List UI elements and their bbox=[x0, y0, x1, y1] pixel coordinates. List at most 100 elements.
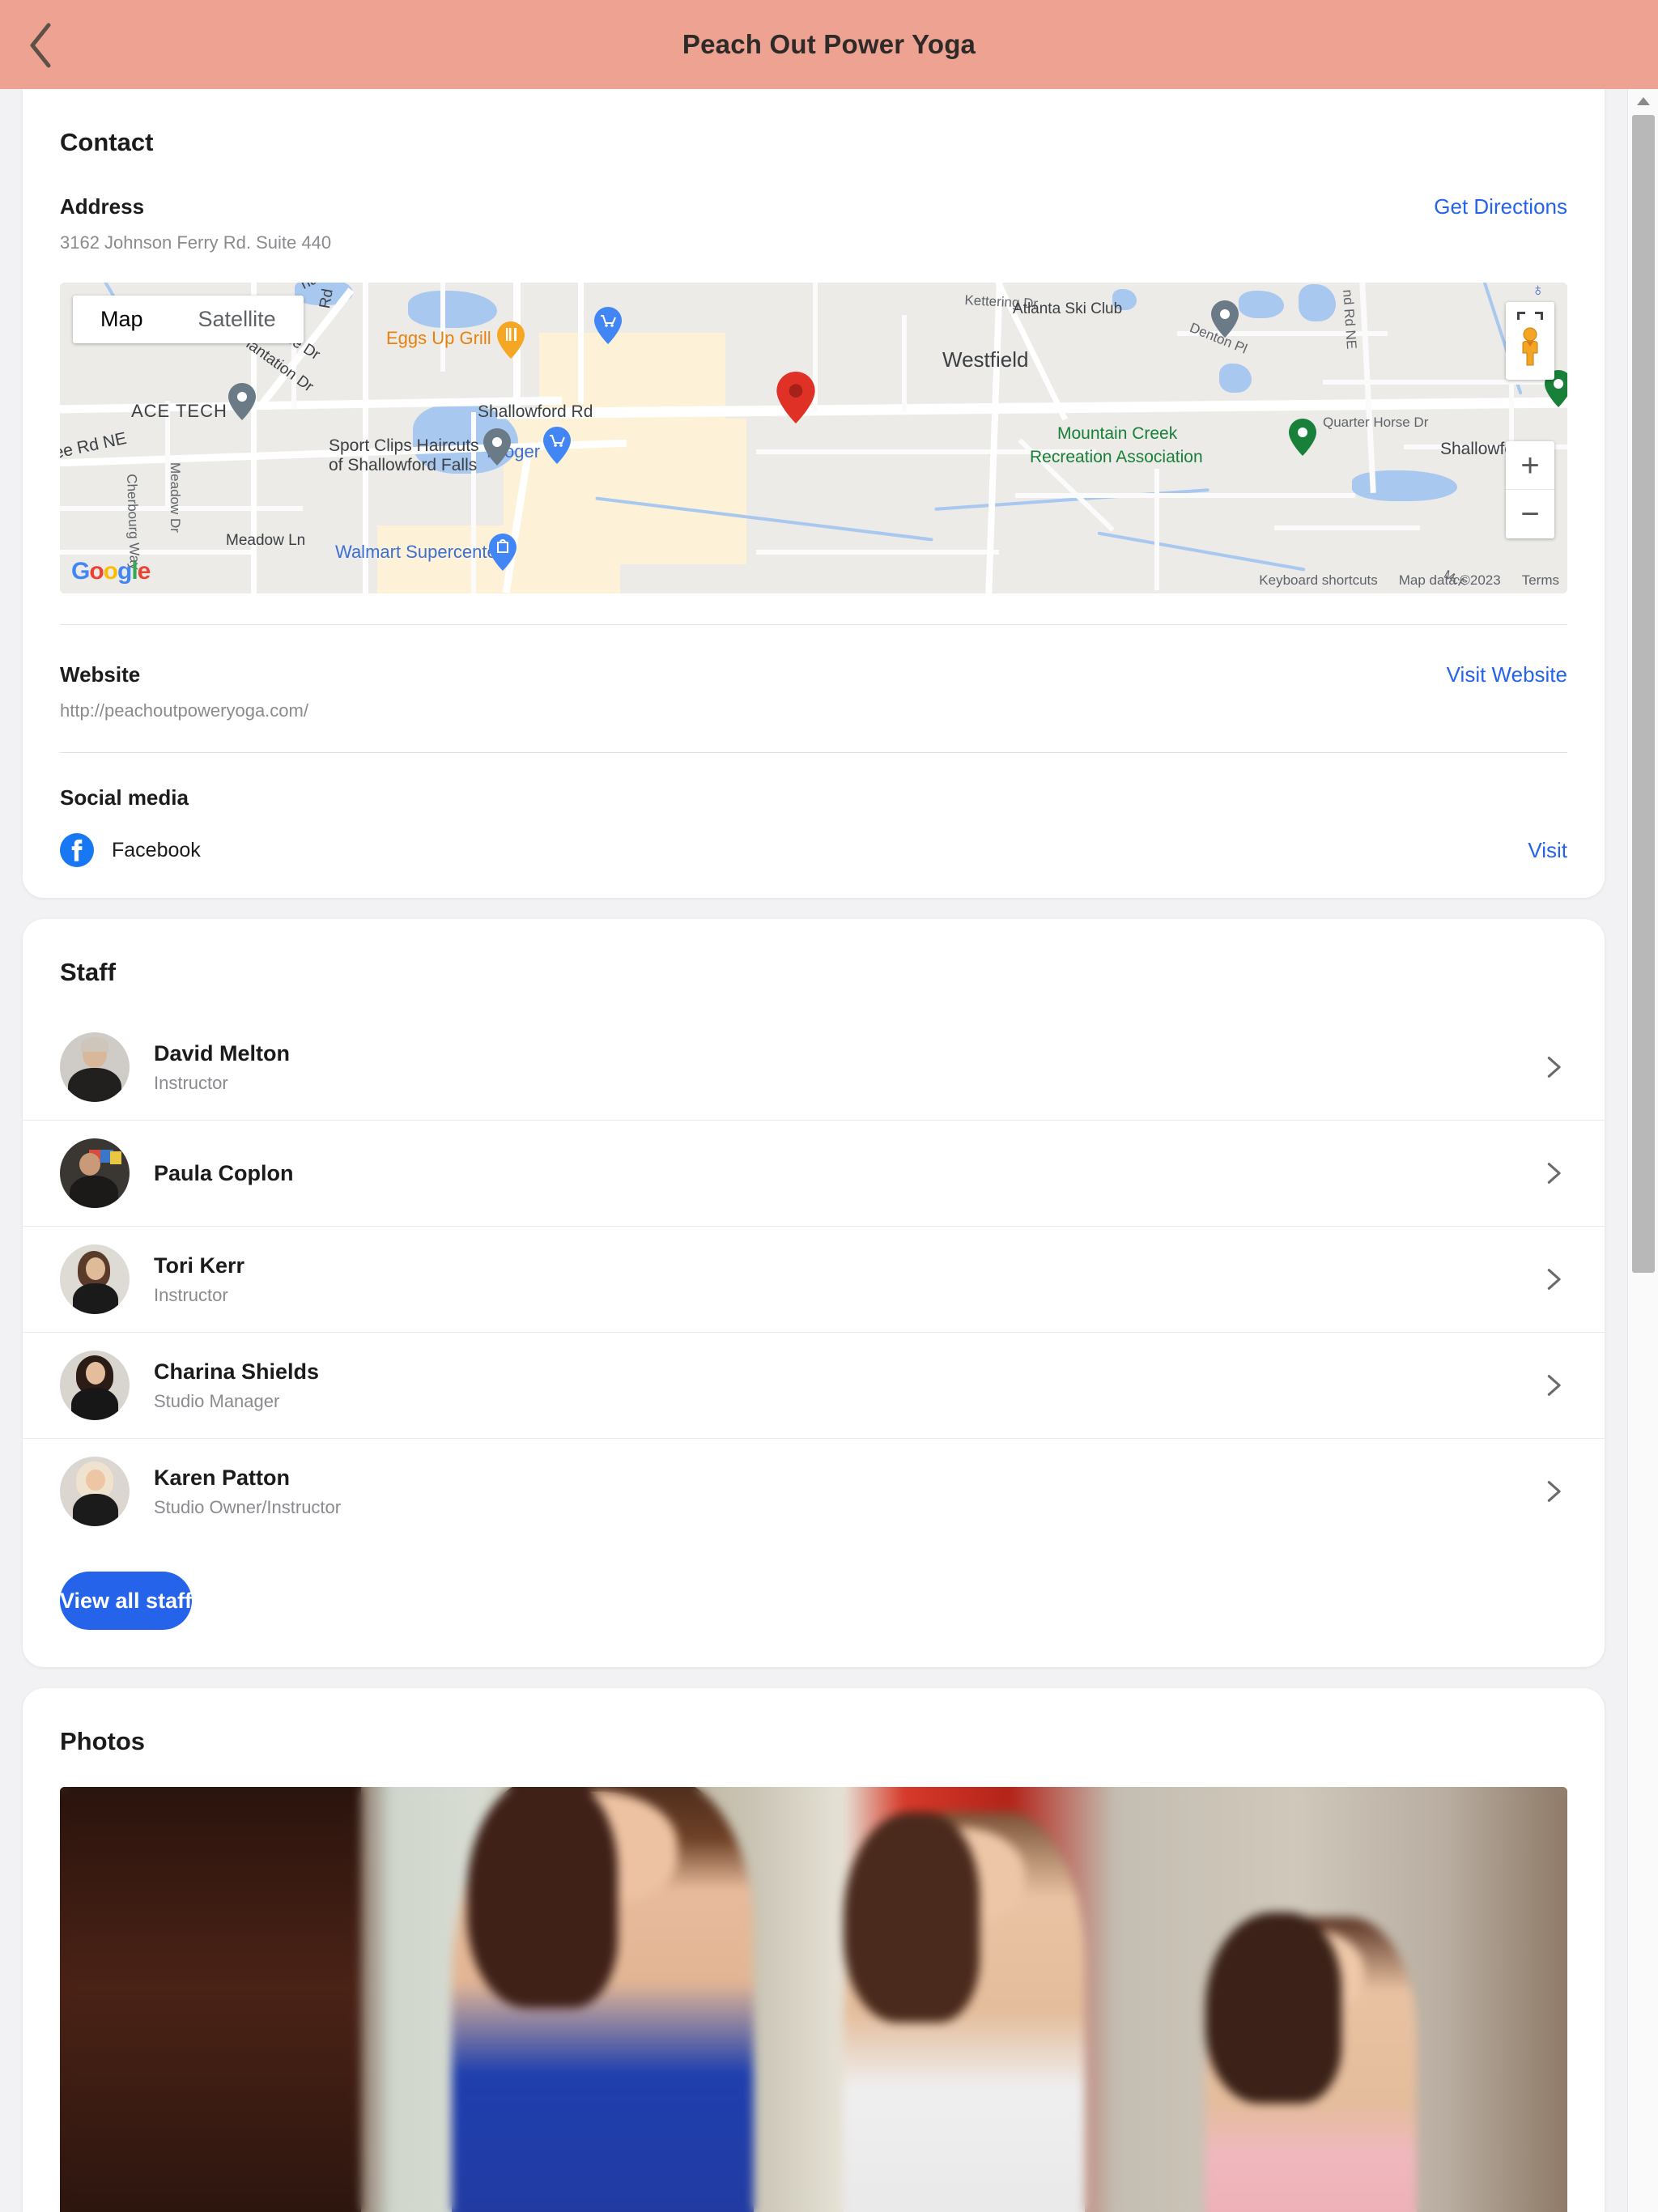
app-screen: Peach Out Power Yoga Contact Address Get… bbox=[0, 0, 1658, 2212]
map-pin-store[interactable] bbox=[594, 307, 622, 344]
map-label: Shallowford Rd bbox=[478, 402, 593, 421]
website-label: Website bbox=[60, 662, 141, 687]
address-label: Address bbox=[60, 194, 145, 219]
map-type-satellite[interactable]: Satellite bbox=[171, 296, 304, 343]
social-media-label: Social media bbox=[60, 785, 189, 810]
google-logo: Google bbox=[71, 558, 151, 585]
social-item-facebook[interactable]: Facebook Visit bbox=[23, 810, 1605, 867]
social-visit-link[interactable]: Visit bbox=[1528, 838, 1567, 863]
photos-card: Photos bbox=[23, 1688, 1605, 2212]
map-road bbox=[1154, 469, 1159, 590]
back-button[interactable] bbox=[11, 16, 70, 74]
map-pin-store[interactable] bbox=[489, 534, 517, 571]
map-water bbox=[408, 291, 497, 328]
social-media-header: Social media bbox=[23, 753, 1605, 810]
avatar bbox=[60, 1244, 130, 1314]
map-label: Meadow Ln bbox=[226, 532, 306, 549]
map-road bbox=[1015, 493, 1355, 498]
website-value: http://peachoutpoweryoga.com/ bbox=[60, 700, 308, 721]
staff-row[interactable]: Charina Shields Studio Manager bbox=[23, 1333, 1605, 1439]
staff-info: Karen Patton Studio Owner/Instructor bbox=[154, 1465, 1540, 1518]
map-label: Rd bbox=[317, 287, 337, 310]
chevron-left-icon bbox=[30, 23, 51, 68]
content-scroll-area[interactable]: Contact Address Get Directions 3162 John… bbox=[0, 89, 1627, 2212]
map-water bbox=[1219, 364, 1252, 393]
map-road bbox=[440, 283, 445, 372]
address-row: Address Get Directions bbox=[23, 157, 1605, 219]
scroll-up-arrow[interactable] bbox=[1628, 89, 1658, 113]
staff-role: Instructor bbox=[154, 1072, 228, 1093]
map-widget[interactable]: ACE TECH ee Rd NE Cherbourg Way Meadow D… bbox=[60, 283, 1567, 593]
map-label: Walmart Supercenter bbox=[335, 542, 504, 562]
page-title: Peach Out Power Yoga bbox=[682, 29, 976, 59]
vertical-scrollbar[interactable] bbox=[1627, 89, 1658, 2212]
map-type-toggle[interactable]: Map Satellite bbox=[73, 296, 304, 343]
visit-website-link[interactable]: Visit Website bbox=[1447, 662, 1567, 687]
staff-section-title: Staff bbox=[60, 958, 116, 986]
map-label: Westfield bbox=[942, 347, 1029, 372]
map-pin-restaurant[interactable] bbox=[497, 321, 525, 359]
fullscreen-frame-icon bbox=[1517, 312, 1543, 323]
staff-row[interactable]: Paula Coplon bbox=[23, 1121, 1605, 1227]
map-water bbox=[1352, 470, 1457, 501]
avatar bbox=[60, 1032, 130, 1102]
map-label: Sport Clips Haircuts bbox=[329, 436, 479, 455]
staff-role: Studio Owner/Instructor bbox=[154, 1496, 342, 1517]
map-label: ACE TECH bbox=[131, 401, 227, 421]
map-water bbox=[1299, 284, 1336, 321]
map-label: Quarter Horse Dr bbox=[1323, 415, 1429, 430]
staff-name: Paula Coplon bbox=[154, 1160, 294, 1185]
staff-info: David Melton Instructor bbox=[154, 1041, 1540, 1094]
map-road bbox=[60, 550, 254, 555]
staff-list: David Melton Instructor Paula Coplon Tor… bbox=[23, 1015, 1605, 1544]
staff-info: Tori Kerr Instructor bbox=[154, 1253, 1540, 1306]
map-pin-park[interactable] bbox=[1289, 419, 1316, 456]
map-label: Meadow Dr bbox=[168, 462, 183, 533]
staff-row[interactable]: Karen Patton Studio Owner/Instructor bbox=[23, 1439, 1605, 1544]
map-label: of Shallowford Falls bbox=[329, 456, 478, 474]
contact-card: Contact Address Get Directions 3162 John… bbox=[23, 89, 1605, 898]
map-zoom-control[interactable]: + − bbox=[1506, 441, 1554, 538]
staff-role: Studio Manager bbox=[154, 1390, 280, 1411]
compass-icon[interactable]: ♁ bbox=[1532, 283, 1545, 300]
map-type-map[interactable]: Map bbox=[73, 296, 171, 343]
zoom-in-button[interactable]: + bbox=[1506, 441, 1554, 490]
map-pin-location[interactable] bbox=[776, 372, 815, 423]
map-road bbox=[1274, 525, 1420, 530]
staff-info: Paula Coplon bbox=[154, 1161, 1540, 1186]
website-row: Website Visit Website bbox=[23, 625, 1605, 687]
map-pin-grey[interactable] bbox=[483, 428, 511, 466]
map-pin-grey[interactable] bbox=[228, 383, 256, 420]
staff-role: Instructor bbox=[154, 1284, 228, 1305]
map-road bbox=[1323, 380, 1567, 385]
view-all-staff-button[interactable]: View all staff bbox=[60, 1572, 193, 1630]
address-value: 3162 Johnson Ferry Rd. Suite 440 bbox=[60, 232, 332, 253]
terms-link[interactable]: Terms bbox=[1522, 572, 1559, 589]
map-road bbox=[756, 550, 999, 555]
map-road bbox=[578, 283, 584, 404]
chevron-right-icon bbox=[1547, 1481, 1561, 1502]
map-label: Eggs Up Grill bbox=[386, 328, 491, 348]
map-road bbox=[902, 315, 907, 412]
contact-section-title: Contact bbox=[60, 128, 154, 156]
zoom-out-button[interactable]: − bbox=[1506, 490, 1554, 538]
chevron-right-icon bbox=[1547, 1269, 1561, 1290]
app-header: Peach Out Power Yoga bbox=[0, 0, 1658, 89]
scrollbar-thumb[interactable] bbox=[1632, 115, 1655, 1273]
triangle-up-icon bbox=[1637, 97, 1650, 105]
map-label: Mountain Creek bbox=[1057, 424, 1178, 443]
map-attribution: Keyboard shortcuts Map data ©2023 Terms bbox=[1259, 572, 1559, 589]
map-pin-store[interactable] bbox=[543, 427, 571, 464]
staff-row[interactable]: David Melton Instructor bbox=[23, 1015, 1605, 1121]
staff-card: Staff David Melton Instructor Paula Copl… bbox=[23, 919, 1605, 1667]
photo-blur-overlay bbox=[60, 1787, 1567, 2212]
street-view-pegman-control[interactable] bbox=[1506, 302, 1554, 380]
photo-thumbnail[interactable] bbox=[60, 1787, 1567, 2212]
get-directions-link[interactable]: Get Directions bbox=[1434, 194, 1567, 219]
keyboard-shortcuts-link[interactable]: Keyboard shortcuts bbox=[1259, 572, 1377, 589]
staff-row[interactable]: Tori Kerr Instructor bbox=[23, 1227, 1605, 1333]
map-pin-grey[interactable] bbox=[1211, 300, 1239, 338]
staff-name: Tori Kerr bbox=[154, 1253, 245, 1278]
photos-section-title: Photos bbox=[60, 1727, 146, 1755]
map-data-text: Map data ©2023 bbox=[1398, 572, 1501, 588]
